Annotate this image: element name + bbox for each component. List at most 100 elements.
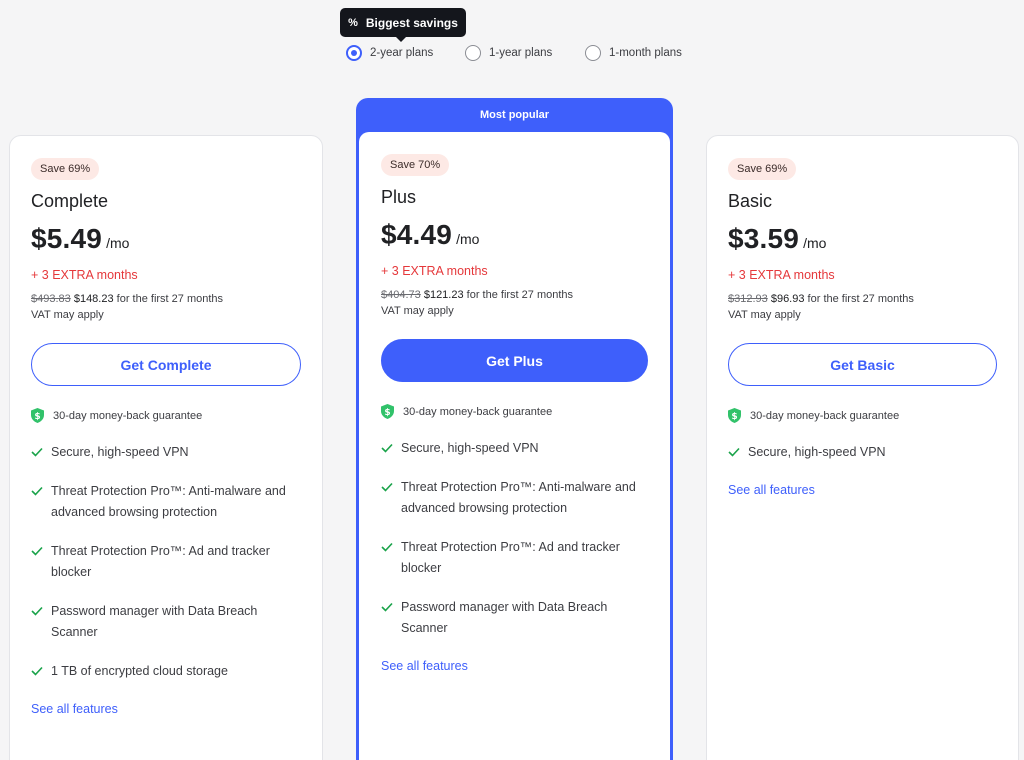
price-row: $4.49 /mo <box>381 219 648 251</box>
plan-card-basic: Save 69% Basic $3.59 /mo + 3 EXTRA month… <box>706 135 1019 760</box>
period-text: for the first 27 months <box>116 293 224 305</box>
money-back-guarantee: $ 30-day money-back guarantee <box>728 408 997 423</box>
check-icon <box>381 602 393 612</box>
feature-text: Password manager with Data Breach Scanne… <box>51 604 258 639</box>
radio-2-year-plans[interactable]: 2-year plans <box>346 45 433 61</box>
billing-details: $404.73 $121.23 for the first 27 months … <box>381 287 648 319</box>
guarantee-text: 30-day money-back guarantee <box>750 409 900 422</box>
billing-details: $312.93 $96.93 for the first 27 months V… <box>728 291 997 323</box>
price-unit: /mo <box>106 235 130 251</box>
feature-text: Secure, high-speed VPN <box>401 441 539 455</box>
most-popular-label: Most popular <box>479 109 550 121</box>
percent-icon: % <box>348 16 358 29</box>
get-basic-button[interactable]: Get Basic <box>728 343 997 386</box>
feature-item: Secure, high-speed VPN <box>31 442 301 463</box>
check-icon <box>381 443 393 453</box>
price-row: $3.59 /mo <box>728 223 997 255</box>
check-icon <box>31 606 43 616</box>
billing-period-selector: 2-year plans 1-year plans 1-month plans <box>0 45 1024 63</box>
price-unit: /mo <box>456 231 480 247</box>
feature-item: Password manager with Data Breach Scanne… <box>381 597 648 639</box>
price: $5.49 <box>31 223 103 254</box>
feature-item: Threat Protection Pro™: Anti-malware and… <box>381 477 648 519</box>
plan-name: Complete <box>31 191 109 211</box>
shield-icon: $ <box>31 408 44 423</box>
feature-item: Threat Protection Pro™: Ad and tracker b… <box>31 541 301 583</box>
price: $3.59 <box>728 223 800 254</box>
radio-label: 1-year plans <box>489 47 553 59</box>
feature-item: Threat Protection Pro™: Ad and tracker b… <box>381 537 648 579</box>
check-icon <box>31 666 43 676</box>
new-price: $148.23 <box>73 293 114 305</box>
new-price: $121.23 <box>423 289 464 301</box>
feature-text: Secure, high-speed VPN <box>748 445 886 459</box>
feature-text: Secure, high-speed VPN <box>51 445 189 459</box>
feature-list: Secure, high-speed VPN <box>728 442 997 463</box>
save-badge: Save 70% <box>381 154 450 176</box>
extra-months: + 3 EXTRA months <box>728 268 835 282</box>
svg-text:$: $ <box>384 408 390 418</box>
check-icon <box>381 482 393 492</box>
extra-months: + 3 EXTRA months <box>31 268 138 282</box>
vat-note: VAT may apply <box>31 309 104 321</box>
feature-item: Password manager with Data Breach Scanne… <box>31 601 301 643</box>
old-price: $312.93 <box>728 293 768 305</box>
old-price: $404.73 <box>381 289 421 301</box>
feature-item: Secure, high-speed VPN <box>728 442 997 463</box>
feature-text: Threat Protection Pro™: Ad and tracker b… <box>51 544 270 579</box>
plan-name: Plus <box>381 187 417 207</box>
radio-label: 1-month plans <box>609 47 682 59</box>
biggest-savings-tooltip: % Biggest savings <box>340 8 466 42</box>
check-icon <box>31 546 43 556</box>
plan-card-plus-frame: Most popular Save 70% Plus $4.49 /mo + 3… <box>356 98 673 760</box>
feature-item: 1 TB of encrypted cloud storage <box>31 661 301 682</box>
check-icon <box>381 542 393 552</box>
get-complete-button[interactable]: Get Complete <box>31 343 301 386</box>
extra-months: + 3 EXTRA months <box>381 264 488 278</box>
money-back-guarantee: $ 30-day money-back guarantee <box>381 404 648 419</box>
tooltip-label: Biggest savings <box>365 15 458 30</box>
radio-1-month-plans[interactable]: 1-month plans <box>585 45 682 61</box>
shield-icon: $ <box>381 404 394 419</box>
plan-name: Basic <box>728 191 773 211</box>
price-unit: /mo <box>803 235 827 251</box>
radio-dot-selected[interactable] <box>346 45 362 61</box>
radio-1-year-plans[interactable]: 1-year plans <box>465 45 552 61</box>
feature-item: Threat Protection Pro™: Anti-malware and… <box>31 481 301 523</box>
guarantee-text: 30-day money-back guarantee <box>403 405 553 418</box>
plan-card-plus: Save 70% Plus $4.49 /mo + 3 EXTRA months… <box>359 132 670 760</box>
check-icon <box>31 447 43 457</box>
feature-item: Secure, high-speed VPN <box>381 438 648 459</box>
price: $4.49 <box>381 219 453 250</box>
money-back-guarantee: $ 30-day money-back guarantee <box>31 408 301 423</box>
see-all-features-link[interactable]: See all features <box>381 659 468 673</box>
save-badge: Save 69% <box>728 158 797 180</box>
radio-label: 2-year plans <box>370 47 434 59</box>
see-all-features-link[interactable]: See all features <box>728 483 815 497</box>
period-text: for the first 27 months <box>466 289 574 301</box>
radio-dot[interactable] <box>465 45 481 61</box>
period-text: for the first 27 months <box>807 293 914 305</box>
svg-text:$: $ <box>731 412 737 422</box>
new-price: $96.93 <box>770 293 805 305</box>
feature-text: Threat Protection Pro™: Ad and tracker b… <box>401 540 620 575</box>
feature-list: Secure, high-speed VPN Threat Protection… <box>381 438 648 639</box>
see-all-features-link[interactable]: See all features <box>31 702 118 716</box>
old-price: $493.83 <box>31 293 71 305</box>
svg-text:$: $ <box>34 412 40 422</box>
get-plus-button[interactable]: Get Plus <box>381 339 648 382</box>
vat-note: VAT may apply <box>728 309 801 321</box>
check-icon <box>728 447 740 457</box>
shield-icon: $ <box>728 408 741 423</box>
feature-text: 1 TB of encrypted cloud storage <box>51 664 228 678</box>
price-row: $5.49 /mo <box>31 223 301 255</box>
vat-note: VAT may apply <box>381 305 454 317</box>
save-badge: Save 69% <box>31 158 100 180</box>
guarantee-text: 30-day money-back guarantee <box>53 409 203 422</box>
plan-card-complete: Save 69% Complete $5.49 /mo + 3 EXTRA mo… <box>9 135 323 760</box>
feature-text: Threat Protection Pro™: Anti-malware and… <box>51 484 286 519</box>
feature-list: Secure, high-speed VPN Threat Protection… <box>31 442 301 682</box>
radio-dot[interactable] <box>585 45 601 61</box>
check-icon <box>31 486 43 496</box>
feature-text: Threat Protection Pro™: Anti-malware and… <box>401 480 636 515</box>
